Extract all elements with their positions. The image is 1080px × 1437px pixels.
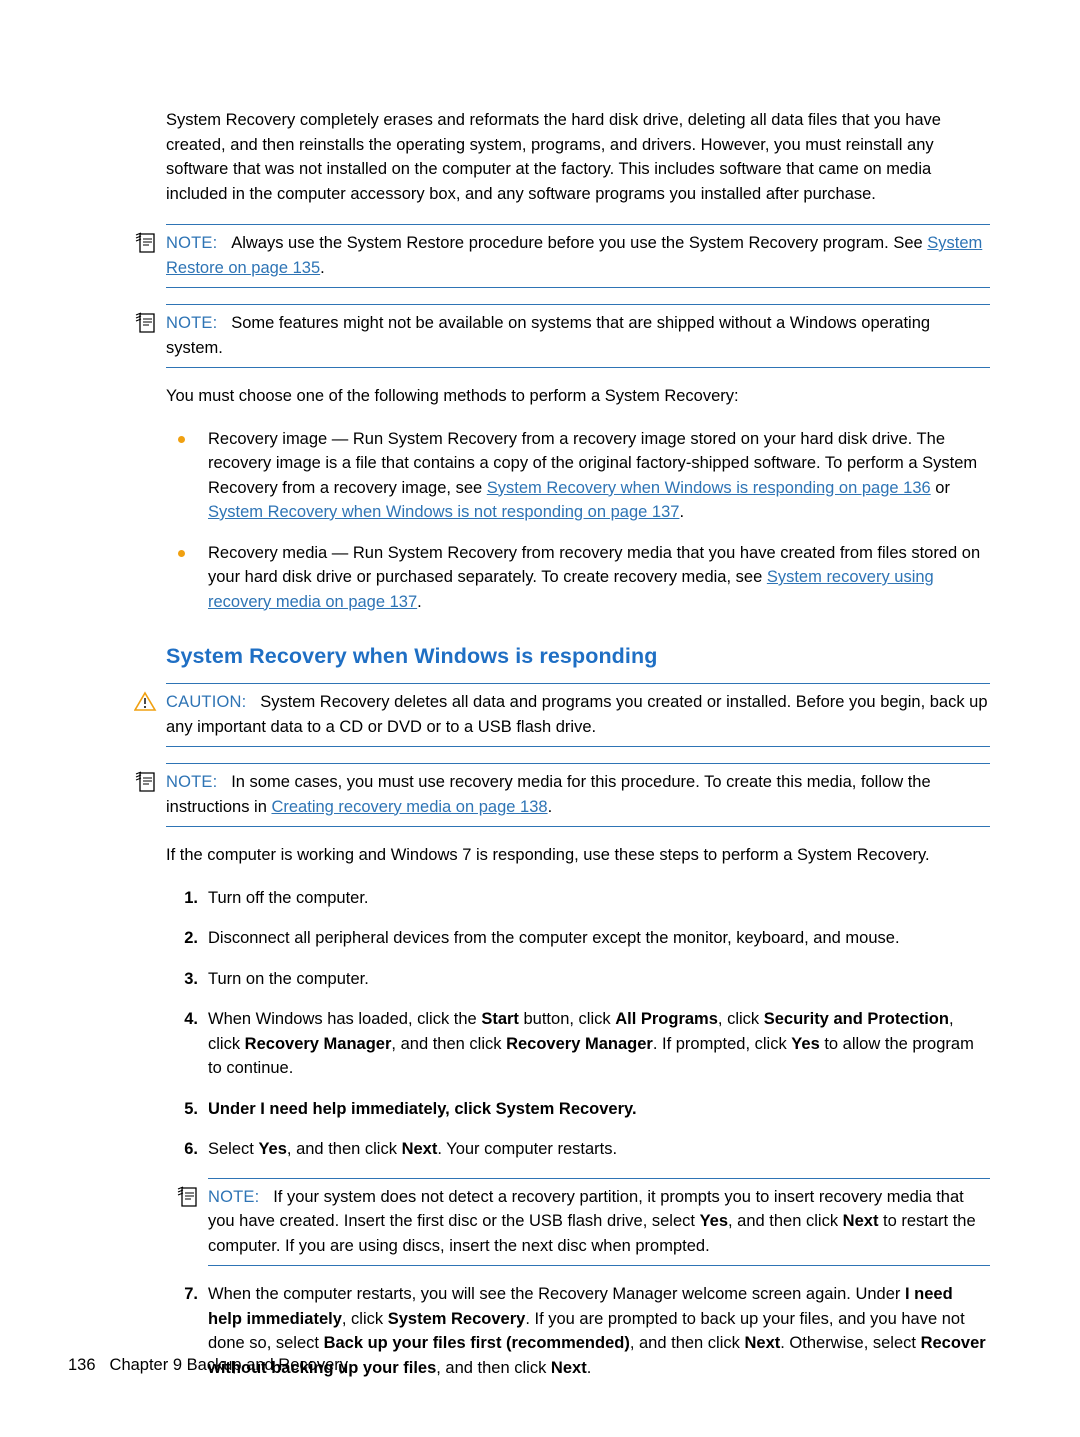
note-block-4: NOTE: If your system does not detect a r…	[177, 1177, 990, 1266]
bullet-1-mid: or	[930, 478, 950, 497]
caution-body: System Recovery deletes all data and pro…	[166, 693, 988, 736]
note-icon	[134, 771, 160, 793]
note-4-label: NOTE:	[208, 1187, 260, 1206]
link-recovery-responding[interactable]: System Recovery when Windows is respondi…	[487, 479, 931, 497]
note-1-label: NOTE:	[166, 234, 218, 252]
note-icon	[176, 1185, 202, 1208]
footer-page-number: 136	[68, 1356, 96, 1374]
steps-intro: If the computer is working and Windows 7…	[166, 843, 990, 868]
bullet-dot-icon	[178, 549, 185, 557]
step-text: When Windows has loaded, click the Start…	[208, 1010, 974, 1077]
steps-intro-text: If the computer is working and Windows 7…	[166, 846, 930, 864]
step-number: 4.	[184, 1010, 198, 1028]
step-text: Disconnect all peripheral devices from t…	[208, 929, 900, 947]
list-item-recovery-media: Recovery media — Run System Recovery fro…	[166, 541, 990, 615]
note-block-3: NOTE: In some cases, you must use recove…	[135, 763, 990, 827]
methods-intro: You must choose one of the following met…	[166, 384, 990, 409]
note-4-text: NOTE: If your system does not detect a r…	[208, 1185, 990, 1259]
step-number: 6.	[184, 1140, 198, 1158]
document-page: System Recovery completely erases and re…	[0, 0, 1080, 1437]
caution-label: CAUTION:	[166, 693, 247, 711]
step-text: Turn on the computer.	[208, 969, 369, 988]
methods-list: Recovery image — Run System Recovery fro…	[166, 427, 990, 615]
note-2-text: NOTE: Some features might not be availab…	[166, 311, 990, 360]
list-item-step-4: 4. When Windows has loaded, click the St…	[166, 1007, 990, 1081]
step-text: Under I need help immediately, click Sys…	[208, 1099, 637, 1118]
note-2-label: NOTE:	[166, 314, 218, 332]
note-1-after: .	[320, 258, 325, 277]
step-text: Turn off the computer.	[208, 888, 369, 907]
note-block-2: NOTE: Some features might not be availab…	[135, 304, 990, 368]
note-3-label: NOTE:	[166, 773, 218, 791]
list-item-step-6: 6. Select Yes, and then click Next. Your…	[166, 1137, 990, 1162]
list-item-step-1: 1. Turn off the computer.	[166, 886, 990, 911]
link-recovery-not-responding[interactable]: System Recovery when Windows is not resp…	[208, 503, 679, 521]
note-icon	[134, 312, 160, 334]
step-number: 5.	[184, 1099, 198, 1118]
intro-text: System Recovery completely erases and re…	[166, 111, 941, 203]
step-number: 3.	[184, 969, 198, 988]
bullet-2-part2: .	[417, 592, 422, 611]
note-3-text: NOTE: In some cases, you must use recove…	[166, 770, 990, 819]
page-footer: 136 Chapter 9 Backup and Recovery	[68, 1356, 348, 1375]
page-content: System Recovery completely erases and re…	[134, 108, 990, 1396]
caution-icon	[134, 691, 160, 713]
methods-intro-text: You must choose one of the following met…	[166, 387, 739, 405]
step-text: Select Yes, and then click Next. Your co…	[208, 1140, 618, 1158]
list-item-step-3: 3. Turn on the computer.	[166, 967, 990, 992]
bullet-dot-icon	[178, 435, 185, 443]
note-icon	[134, 232, 160, 254]
step-number: 7.	[184, 1285, 198, 1303]
note-block-1: NOTE: Always use the System Restore proc…	[135, 224, 990, 288]
footer-chapter: Chapter 9 Backup and Recovery	[109, 1356, 348, 1374]
step-number: 1.	[184, 888, 198, 907]
link-creating-recovery-media[interactable]: Creating recovery media on page 138	[271, 798, 547, 816]
note-1-before: Always use the System Restore procedure …	[231, 234, 928, 252]
note-3-after: .	[547, 797, 553, 816]
caution-block: CAUTION: System Recovery deletes all dat…	[134, 683, 990, 747]
intro-paragraph: System Recovery completely erases and re…	[166, 108, 990, 206]
caution-text: CAUTION: System Recovery deletes all dat…	[166, 690, 990, 739]
note-1-text: NOTE: Always use the System Restore proc…	[166, 231, 990, 280]
section-heading: System Recovery when Windows is respondi…	[166, 644, 658, 668]
steps-list-a: 1. Turn off the computer. 2. Disconnect …	[166, 886, 990, 1162]
note-2-body: Some features might not be available on …	[166, 314, 931, 357]
list-item-step-5: 5. Under I need help immediately, click …	[166, 1097, 990, 1122]
list-item-recovery-image: Recovery image — Run System Recovery fro…	[166, 427, 990, 525]
note-4-body: If your system does not detect a recover…	[208, 1187, 976, 1255]
list-item-step-2: 2. Disconnect all peripheral devices fro…	[166, 926, 990, 951]
bullet-1-part2: .	[679, 503, 685, 521]
step-number: 2.	[184, 929, 198, 947]
